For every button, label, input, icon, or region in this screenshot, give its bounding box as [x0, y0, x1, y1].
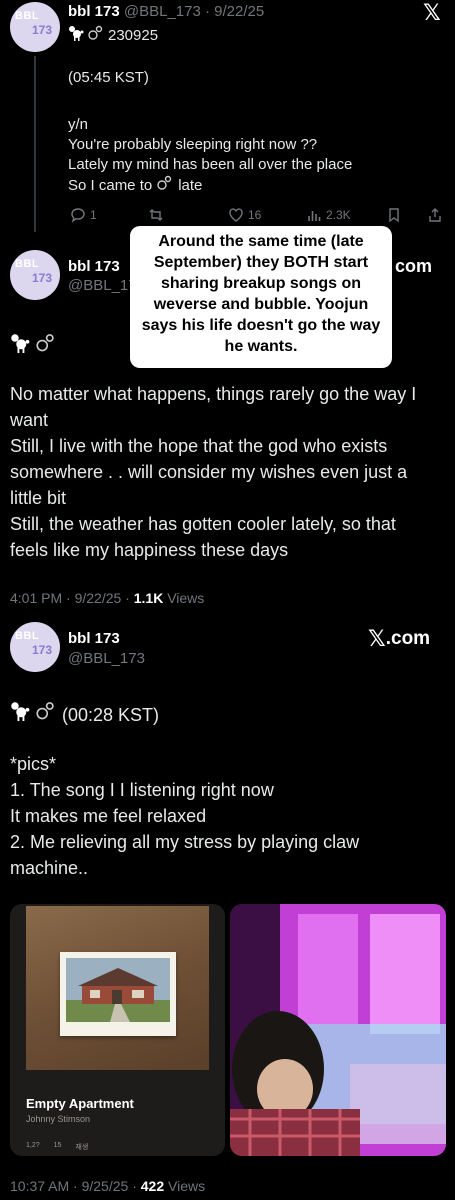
display-name[interactable]: bbl 173: [68, 3, 120, 20]
bubble-icon: [88, 25, 104, 47]
claw-machine-photo-icon: [230, 904, 446, 1156]
logo-text: com: [395, 256, 433, 276]
song-stats: 1,2? 15 재생: [26, 1142, 88, 1152]
tweet-line: Still, the weather has gotten cooler lat…: [10, 514, 396, 534]
song-stat: 1,2?: [26, 1142, 40, 1149]
x-logo-icon[interactable]: 𝕏 .com: [368, 626, 430, 652]
avatar-text: BBL: [15, 630, 40, 642]
views-button[interactable]: 2.3K: [306, 205, 351, 225]
tweet-line-text: late: [178, 177, 203, 194]
reply-icon: [71, 208, 85, 223]
avatar-text: 173: [32, 271, 53, 285]
like-count: 16: [248, 208, 262, 222]
tweet-line: somewhere . . will consider my wishes ev…: [10, 462, 408, 482]
song-title: Empty Apartment: [26, 1096, 134, 1111]
tweet-line: Still, I live with the hope that the god…: [10, 436, 388, 456]
x-logo-icon[interactable]: com: [395, 256, 432, 277]
avatar[interactable]: BBL 173: [10, 250, 60, 300]
timestamp-text: 4:01 PM · 9/22/25 ·: [10, 590, 134, 606]
caption-overlay: Around the same time (late September) th…: [130, 226, 392, 368]
timestamp-text: 10:37 AM · 9/25/25 ·: [10, 1178, 141, 1194]
avatar-text: BBL: [15, 258, 40, 270]
x-logo-icon[interactable]: 𝕏: [423, 0, 441, 26]
tweet-body: *pics* 1. The song I I listening right n…: [10, 751, 359, 881]
song-stat: 재생: [75, 1144, 89, 1151]
tweet-header-line: 230925: [68, 25, 158, 47]
tweet-line: little bit: [10, 488, 67, 508]
tweet-timestamp[interactable]: 4:01 PM · 9/22/25 · 1.1K Views: [10, 590, 204, 606]
share-icon: [429, 208, 441, 222]
reply-button[interactable]: 1: [70, 205, 97, 225]
emoji-line: [10, 333, 56, 358]
tweet-line: y/n: [68, 116, 89, 133]
thread-line: [34, 56, 36, 232]
views-count: 1.1K: [133, 590, 164, 606]
retweet-icon: [149, 209, 163, 221]
avatar-text: 173: [32, 643, 53, 657]
tweet-time-text: (05:45 KST): [68, 69, 149, 86]
like-button[interactable]: 16: [228, 205, 261, 225]
bubble-icon: [36, 701, 56, 728]
views-count: 422: [140, 1178, 165, 1194]
tweet-line: machine..: [10, 858, 89, 878]
tweet-line: You're probably sleeping right now ??: [68, 136, 318, 153]
caption-text: Around the same time (late September) th…: [141, 233, 381, 355]
tweet-line: 1. The song I I listening right now: [10, 780, 274, 800]
handle[interactable]: @BBL_173: [68, 650, 145, 667]
tweet-body: No matter what happens, things rarely go…: [10, 381, 416, 563]
tweet-line: feels like my happiness these days: [10, 540, 289, 560]
view-count: 2.3K: [326, 208, 351, 222]
song-artist: Johnny Stimson: [26, 1114, 91, 1124]
media-image-song[interactable]: Empty Apartment Johnny Stimson 1,2? 15 재…: [10, 904, 225, 1156]
tweet-line: *pics*: [10, 754, 57, 774]
bubble-icon: [36, 333, 56, 358]
views-label: Views: [164, 1178, 206, 1194]
bubble-icon: [157, 175, 173, 197]
date-code: 230925: [108, 27, 159, 44]
tweet-line: So I came to late: [68, 175, 352, 197]
retweet-button[interactable]: [148, 205, 164, 225]
avatar-text: BBL: [15, 10, 40, 22]
avatar[interactable]: BBL 173: [10, 2, 60, 52]
avatar[interactable]: BBL 173: [10, 622, 60, 672]
bookmark-icon: [389, 208, 399, 223]
bookmark-button[interactable]: [386, 205, 402, 225]
poodle-icon: [68, 25, 84, 47]
views-label: Views: [163, 590, 205, 606]
media-image-claw-machine[interactable]: [230, 904, 446, 1156]
tweet-body: y/n You're probably sleeping right now ?…: [68, 115, 352, 197]
views-icon: [308, 211, 321, 221]
tweet-time-text: (00:28 KST): [62, 704, 160, 725]
tweet-line: 2. Me relieving all my stress by playing…: [10, 832, 360, 852]
emoji-time-line: (00:28 KST): [10, 701, 159, 728]
handle-date[interactable]: @BBL_173 · 9/22/25: [124, 3, 264, 20]
poodle-icon: [10, 701, 30, 728]
reply-count: 1: [90, 208, 97, 222]
tweet-line: No matter what happens, things rarely go…: [10, 384, 417, 404]
like-icon: [229, 208, 243, 222]
display-name[interactable]: bbl 173: [68, 630, 120, 647]
tweet-line: It makes me feel relaxed: [10, 806, 207, 826]
logo-text: .com: [385, 628, 431, 649]
tweet-timestamp[interactable]: 10:37 AM · 9/25/25 · 422 Views: [10, 1178, 205, 1194]
poodle-icon: [10, 333, 30, 358]
tweet-line-text: So I came to: [68, 177, 153, 194]
avatar-text: 173: [32, 23, 53, 37]
tweet-line: Lately my mind has been all over the pla…: [68, 156, 353, 173]
share-button[interactable]: [427, 205, 443, 225]
display-name[interactable]: bbl 173: [68, 258, 120, 275]
house-photo-icon: [66, 958, 170, 1022]
song-stat: 15: [53, 1142, 62, 1149]
photo-card: [60, 952, 176, 1036]
tweet-line: want: [10, 410, 49, 430]
tweet-header: bbl 173 @BBL_173 · 9/22/25: [68, 3, 264, 20]
